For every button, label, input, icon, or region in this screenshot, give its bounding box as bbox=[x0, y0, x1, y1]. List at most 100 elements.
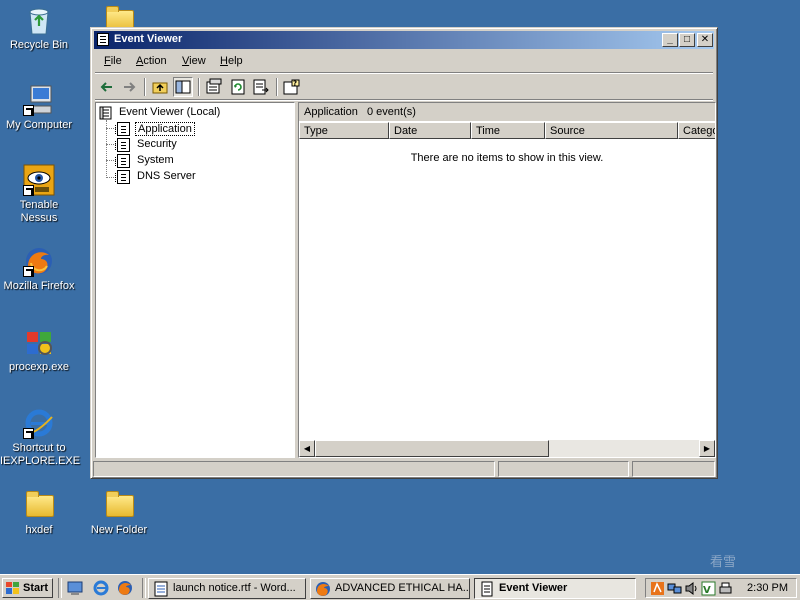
event-log-icon bbox=[115, 138, 130, 152]
folder-icon bbox=[103, 489, 135, 521]
status-panel bbox=[632, 461, 715, 477]
internet-explorer-icon bbox=[23, 407, 55, 439]
title-bar[interactable]: Event Viewer _ □ ✕ bbox=[94, 31, 714, 49]
quicklaunch-grip bbox=[58, 578, 62, 598]
back-icon[interactable] bbox=[97, 77, 117, 97]
desktop-icon-mozilla-firefox[interactable]: Mozilla Firefox bbox=[0, 245, 78, 293]
system-tray: V 2:30 PM bbox=[645, 578, 797, 598]
menu-accel: F bbox=[104, 55, 111, 67]
column-header-category[interactable]: Category bbox=[678, 122, 715, 139]
list-pane[interactable]: Application 0 event(s) Type Date Time So… bbox=[298, 102, 716, 458]
list-pane-header: Application 0 event(s) bbox=[299, 103, 715, 121]
properties-icon[interactable] bbox=[204, 77, 224, 97]
show-desktop-icon[interactable] bbox=[66, 579, 84, 597]
desktop-icon-label: Mozilla Firefox bbox=[3, 280, 75, 292]
recycle-bin-icon bbox=[23, 4, 55, 36]
tree-pane[interactable]: Event Viewer (Local) Application Securit… bbox=[95, 102, 295, 458]
folder-icon bbox=[23, 489, 55, 521]
event-log-icon bbox=[115, 154, 130, 168]
taskbar-button-event-viewer[interactable]: Event Viewer bbox=[474, 578, 636, 599]
taskbar-button-word[interactable]: launch notice.rtf - Word... bbox=[148, 578, 306, 599]
menu-file[interactable]: File bbox=[104, 55, 122, 67]
export-list-icon[interactable] bbox=[251, 77, 271, 97]
close-button[interactable]: ✕ bbox=[697, 33, 713, 47]
empty-list-message: There are no items to show in this view. bbox=[410, 152, 604, 164]
start-label: Start bbox=[23, 582, 49, 594]
firefox-quicklaunch-icon[interactable] bbox=[116, 579, 134, 597]
computer-icon bbox=[23, 84, 55, 116]
tree-item-label: DNS Server bbox=[137, 170, 196, 182]
column-header-date[interactable]: Date bbox=[389, 122, 471, 139]
menu-action[interactable]: Action bbox=[136, 55, 167, 67]
taskbar-button-label: launch notice.rtf - Word... bbox=[173, 582, 296, 594]
event-count: 0 event(s) bbox=[367, 106, 416, 118]
taskbar-button-firefox[interactable]: ADVANCED ETHICAL HA... bbox=[310, 578, 470, 599]
menu-label: ction bbox=[143, 55, 167, 67]
desktop-icon-label: Recycle Bin bbox=[9, 39, 69, 51]
toolbar-separator bbox=[198, 78, 200, 96]
watermark-text: 看雪 bbox=[710, 555, 737, 570]
nessus-icon bbox=[23, 164, 55, 196]
forward-icon[interactable] bbox=[119, 77, 139, 97]
tree-item-label: System bbox=[137, 154, 174, 166]
desktop-icon-recycle-bin[interactable]: Recycle Bin bbox=[0, 4, 78, 52]
horizontal-scrollbar[interactable]: ◀ ▶ bbox=[299, 440, 715, 457]
column-header-source[interactable]: Source bbox=[545, 122, 678, 139]
event-log-icon bbox=[97, 33, 109, 46]
tree-item-label: Event Viewer (Local) bbox=[119, 106, 221, 118]
column-header-type[interactable]: Type bbox=[299, 122, 389, 139]
taskbar-grip bbox=[142, 578, 146, 598]
scroll-right-button[interactable]: ▶ bbox=[699, 440, 715, 457]
minimize-button[interactable]: _ bbox=[662, 33, 678, 47]
vmware-tools-icon[interactable]: V bbox=[701, 581, 716, 596]
windows-flag-icon bbox=[6, 582, 19, 594]
up-folder-icon[interactable] bbox=[150, 77, 170, 97]
log-name: Application bbox=[304, 106, 358, 118]
volume-icon[interactable] bbox=[684, 581, 699, 596]
network-icon[interactable] bbox=[667, 581, 682, 596]
refresh-icon[interactable] bbox=[228, 77, 248, 97]
svg-text:?: ? bbox=[293, 80, 297, 88]
desktop-icon-procexp[interactable]: procexp.exe bbox=[0, 326, 78, 374]
event-log-icon bbox=[479, 581, 495, 597]
column-header-time[interactable]: Time bbox=[471, 122, 545, 139]
word-document-icon bbox=[153, 581, 169, 597]
firefox-icon bbox=[315, 581, 331, 597]
window-title: Event Viewer bbox=[114, 33, 183, 45]
scroll-thumb[interactable] bbox=[315, 440, 549, 457]
toolbar-separator-line bbox=[95, 99, 713, 101]
menu-help[interactable]: Help bbox=[220, 55, 243, 67]
maximize-button[interactable]: □ bbox=[679, 33, 695, 47]
menu-label: ile bbox=[110, 55, 122, 67]
desktop-icon-hxdef[interactable]: hxdef bbox=[0, 489, 78, 537]
menu-bar: File Action View Help bbox=[95, 52, 713, 71]
ie-quicklaunch-icon[interactable] bbox=[92, 579, 110, 597]
desktop-icon-iexplore-shortcut[interactable]: Shortcut to IEXPLORE.EXE bbox=[0, 407, 80, 468]
scroll-left-button[interactable]: ◀ bbox=[299, 440, 315, 457]
desktop-icon-new-folder[interactable]: New Folder bbox=[80, 489, 158, 537]
toolbar-separator bbox=[276, 78, 278, 96]
status-panel bbox=[93, 461, 495, 477]
shortcut-arrow-icon bbox=[23, 266, 34, 277]
menu-view[interactable]: View bbox=[182, 55, 206, 67]
firefox-icon bbox=[23, 245, 55, 277]
computer-node-icon bbox=[99, 106, 112, 120]
desktop-icon-label: New Folder bbox=[90, 524, 148, 536]
taskbar-clock[interactable]: 2:30 PM bbox=[747, 582, 788, 594]
desktop-icon-my-computer[interactable]: My Computer bbox=[0, 84, 78, 132]
taskbar-button-label: Event Viewer bbox=[499, 582, 568, 594]
tree-item-label: Security bbox=[137, 138, 177, 150]
status-panel bbox=[498, 461, 629, 477]
desktop-icon-label: My Computer bbox=[5, 119, 73, 131]
show-hide-tree-icon[interactable] bbox=[173, 77, 193, 97]
toolbar-separator bbox=[144, 78, 146, 96]
menu-label: elp bbox=[227, 55, 243, 67]
desktop-icon-tenable-nessus[interactable]: Tenable Nessus bbox=[0, 164, 78, 225]
event-viewer-window: Event Viewer _ □ ✕ File Action View Help bbox=[90, 27, 718, 479]
menu-accel: H bbox=[220, 55, 228, 67]
menu-label: iew bbox=[189, 55, 206, 67]
tray-app-icon[interactable] bbox=[650, 581, 665, 596]
help-icon[interactable]: ? bbox=[282, 77, 302, 97]
printer-icon[interactable] bbox=[718, 581, 733, 596]
start-button[interactable]: Start bbox=[2, 578, 53, 598]
